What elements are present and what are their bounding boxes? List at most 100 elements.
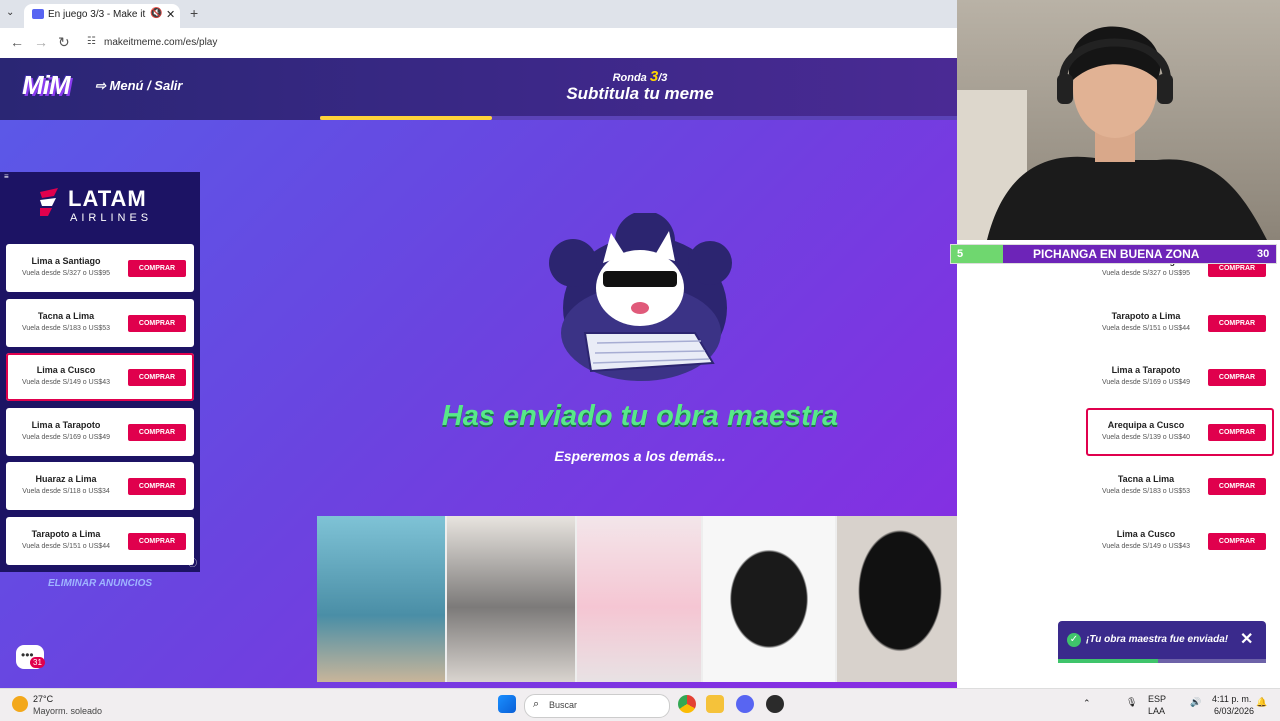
ad-price: Vuela desde S/327 o US$95	[1101, 270, 1191, 277]
menu-exit-label: Menú / Salir	[109, 78, 183, 93]
product-image-seal-plush[interactable]	[447, 516, 575, 682]
buy-button[interactable]: COMPRAR	[128, 533, 186, 550]
back-icon[interactable]: ←	[10, 34, 24, 50]
round-progress-fill	[320, 116, 492, 120]
ad-price: Vuela desde S/183 o US$53	[21, 324, 111, 332]
close-tab-icon[interactable]: ✕	[166, 8, 175, 21]
ad-card-left[interactable]: Lima a Cusco Vuela desde S/149 o US$43 COM…	[6, 353, 194, 402]
ad-route: Tacna a Lima	[37, 310, 95, 321]
ad-price: Vuela desde S/183 o US$53	[1101, 488, 1191, 496]
ad-card-right[interactable]: Tacna a Lima Vuela desde S/183 o US$53 COM…	[1086, 462, 1274, 511]
ad-route: Tarapoto a Lima	[1111, 310, 1181, 321]
buy-button[interactable]: COMPRAR	[128, 260, 186, 277]
buy-button[interactable]: COMPRAR	[128, 369, 186, 387]
mim-logo[interactable]: MiM	[22, 70, 71, 101]
submission-toast: ✓ ¡Tu obra maestra fue enviada! ✕	[1058, 621, 1266, 663]
browser-tab[interactable]: En juego 3/3 - Make it Meme 🔇 ✕	[24, 4, 180, 28]
waiting-message: Esperemos a los demás...	[554, 448, 726, 464]
product-image-jacket[interactable]	[703, 516, 835, 682]
ad-route: Lima a Cusco	[1116, 529, 1176, 539]
product-image-bear-plush[interactable]	[577, 516, 701, 682]
ad-info-icon[interactable]: ⓘ	[188, 556, 197, 569]
ad-card-right[interactable]: Tarapoto a Lima Vuela desde S/151 o US$44…	[1086, 298, 1274, 347]
tab-title: En juego 3/3 - Make it Meme	[48, 9, 148, 20]
chrome-icon[interactable]	[678, 695, 696, 713]
lang-indicator-2[interactable]: LAA	[1148, 706, 1165, 716]
buy-button[interactable]: COMPRAR	[128, 423, 186, 441]
toast-timer-fill	[1058, 659, 1158, 663]
search-icon: ⌕	[533, 698, 540, 710]
ad-route: Tarapoto a Lima	[31, 529, 101, 539]
buy-button[interactable]: COMPRAR	[1208, 369, 1266, 387]
close-toast-icon[interactable]: ✕	[1240, 629, 1253, 649]
round-total: /3	[658, 72, 668, 84]
ad-card-left[interactable]: Lima a Tarapoto Vuela desde S/169 o US$49…	[6, 407, 194, 456]
ad-card-left[interactable]: Tarapoto a Lima Vuela desde S/151 o US$44…	[6, 517, 194, 565]
url-field[interactable]: makeitmeme.com/es/play	[104, 37, 217, 48]
mic-icon[interactable]: 🎙	[1126, 697, 1137, 708]
ad-price: Vuela desde S/149 o US$43	[21, 379, 111, 387]
buy-button[interactable]: COMPRAR	[1208, 423, 1266, 441]
volume-icon[interactable]: 🔊	[1190, 697, 1201, 708]
streamer-figure	[977, 10, 1277, 240]
ticker-right-value: 30	[1257, 248, 1270, 260]
discord-icon[interactable]	[736, 695, 754, 713]
ad-brand-name: LATAM	[68, 186, 147, 211]
forward-icon[interactable]: →	[34, 34, 48, 50]
phase-title: Subtitula tu meme	[566, 84, 714, 103]
ad-price: Vuela desde S/151 o US$44	[21, 543, 111, 550]
notification-icon[interactable]: 🔔	[1256, 697, 1267, 708]
ad-card-right[interactable]: Arequipa a Cusco Vuela desde S/139 o US$4…	[1086, 407, 1274, 456]
chat-count-badge: 31	[30, 657, 45, 668]
weather-temp: 27°C	[33, 694, 54, 704]
product-image-cat-plush[interactable]	[317, 516, 445, 682]
windows-start-icon[interactable]	[498, 695, 516, 713]
tray-chevron-icon[interactable]: ⌃	[1083, 698, 1091, 709]
ad-card-right[interactable]: Lima a Tarapoto Vuela desde S/169 o US$49…	[1086, 353, 1274, 402]
ad-card-right[interactable]: Lima a Cusco Vuela desde S/149 o US$43 COM…	[1086, 517, 1274, 565]
ad-card-left[interactable]: Huaraz a Lima Vuela desde S/118 o US$34 CO…	[6, 462, 194, 511]
menu-exit-button[interactable]: ⇨ Menú / Salir	[95, 78, 182, 94]
product-ad-strip[interactable]	[317, 516, 957, 682]
ad-route: Tacna a Lima	[1117, 474, 1175, 485]
ad-card-left[interactable]: Lima a Santiago Vuela desde S/327 o US$95…	[6, 244, 194, 292]
ad-route: Lima a Tarapoto	[1111, 365, 1181, 376]
ad-route: Lima a Cusco	[36, 365, 96, 376]
clock-date[interactable]: 6/03/2026	[1214, 706, 1254, 716]
obs-icon[interactable]	[766, 695, 784, 713]
mute-icon[interactable]: 🔇	[150, 8, 162, 19]
buy-button[interactable]: COMPRAR	[1208, 533, 1266, 550]
buy-button[interactable]: COMPRAR	[1208, 478, 1266, 496]
product-image-black-cat-plush[interactable]	[837, 516, 957, 682]
weather-icon[interactable]	[12, 696, 28, 712]
exit-icon: ⇨	[95, 78, 110, 93]
latam-logo-icon	[38, 188, 60, 218]
taskbar-search[interactable]: ⌕ Buscar	[524, 694, 670, 718]
reload-icon[interactable]: ↻	[58, 34, 70, 51]
browser-tab-bar: ⌄ En juego 3/3 - Make it Meme 🔇 ✕ +	[0, 0, 957, 28]
remove-ads-left-button[interactable]: ELIMINAR ANUNCIOS	[0, 578, 200, 589]
search-placeholder: Buscar	[549, 700, 578, 710]
ad-menu-icon[interactable]: ≡	[4, 172, 9, 181]
ad-price: Vuela desde S/149 o US$43	[1101, 543, 1191, 550]
left-ad-panel: ≡ LATAM AIRLINES Lima a Santiago Vuela de…	[0, 172, 200, 572]
buy-button[interactable]: COMPRAR	[128, 314, 186, 332]
buy-button[interactable]: COMPRAR	[128, 478, 186, 496]
ad-price: Vuela desde S/151 o US$44	[1101, 324, 1191, 332]
buy-button[interactable]: COMPRAR	[1208, 314, 1266, 332]
tab-favicon-icon	[32, 9, 44, 19]
file-explorer-icon[interactable]	[706, 695, 724, 713]
tab-list-button[interactable]: ⌄	[6, 7, 14, 18]
cat-mascot-illustration	[545, 211, 735, 393]
ad-price: Vuela desde S/169 o US$49	[21, 433, 111, 441]
clock-time[interactable]: 4:11 p. m.	[1212, 694, 1251, 704]
chat-widget-button[interactable]: ••• 31	[16, 645, 45, 669]
site-info-icon[interactable]: ☷	[87, 36, 96, 47]
new-tab-button[interactable]: +	[190, 5, 198, 21]
ad-price: Vuela desde S/327 o US$95	[21, 270, 111, 277]
ad-brand-sub: AIRLINES	[70, 212, 153, 224]
ad-card-left[interactable]: Tacna a Lima Vuela desde S/183 o US$53 COM…	[6, 298, 194, 347]
lang-indicator-1[interactable]: ESP	[1148, 694, 1166, 704]
webcam-overlay	[957, 0, 1280, 240]
weather-desc: Mayorm. soleado	[33, 706, 103, 716]
